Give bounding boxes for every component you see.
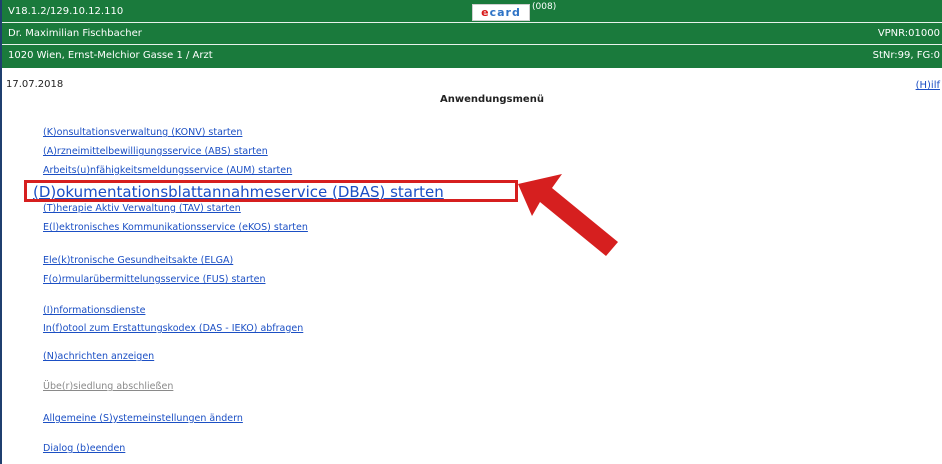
menu-item-exit[interactable]: Dialog (b)eenden	[43, 443, 125, 454]
menu-item-abs[interactable]: (A)rzneimittelbewilligungsservice (ABS) …	[43, 146, 268, 157]
page-title: Anwendungsmenü	[440, 94, 544, 105]
sub-header: 17.07.2018 (H)ilf Anwendungsmenü	[2, 68, 942, 105]
stnr-text: StNr:99, FG:0	[872, 50, 940, 61]
vpnr-text: VPNR:01000	[877, 28, 940, 39]
menu-item-konv[interactable]: (K)onsultationsverwaltung (KONV) starten	[43, 127, 242, 138]
doctor-name: Dr. Maximilian Fischbacher	[8, 28, 142, 39]
doctor-address: 1020 Wien, Ernst-Melchior Gasse 1 / Arzt	[8, 50, 213, 61]
menu-item-messages[interactable]: (N)achrichten anzeigen	[43, 351, 154, 362]
menu-item-ieko[interactable]: In(f)otool zum Erstattungskodex (DAS - I…	[43, 323, 303, 334]
date-text: 17.07.2018	[6, 79, 64, 90]
version-text: V18.1.2/129.10.12.110	[8, 6, 124, 17]
ecard-code: (008)	[532, 2, 557, 12]
menu-item-ekos[interactable]: E(l)ektronisches Kommunikationsservice (…	[43, 222, 308, 233]
pointer-arrow-icon	[518, 174, 618, 256]
help-link[interactable]: (H)ilf	[916, 80, 940, 91]
menu-item-tav[interactable]: (T)herapie Aktiv Verwaltung (TAV) starte…	[43, 203, 241, 214]
header-separator	[2, 44, 942, 45]
menu-item-info[interactable]: (I)nformationsdienste	[43, 305, 145, 316]
ecard-logo-card: card	[489, 6, 521, 19]
ecard-logo-e: e	[481, 6, 490, 19]
menu-item-fus[interactable]: F(o)rmularübermittelungsservice (FUS) st…	[43, 274, 265, 285]
ecard-logo: e card	[472, 4, 530, 21]
menu-item-relocation: Übe(r)siedlung abschließen	[43, 381, 174, 392]
highlight-box	[24, 180, 518, 202]
header-bar: V18.1.2/129.10.12.110 Dr. Maximilian Fis…	[2, 0, 942, 68]
header-separator	[2, 22, 942, 23]
menu-item-elga[interactable]: Ele(k)tronische Gesundheitsakte (ELGA)	[43, 255, 233, 266]
menu-item-aum[interactable]: Arbeits(u)nfähigkeitsmeldungsservice (AU…	[43, 165, 292, 176]
menu-item-settings[interactable]: Allgemeine (S)ystemeinstellungen ändern	[43, 413, 243, 424]
